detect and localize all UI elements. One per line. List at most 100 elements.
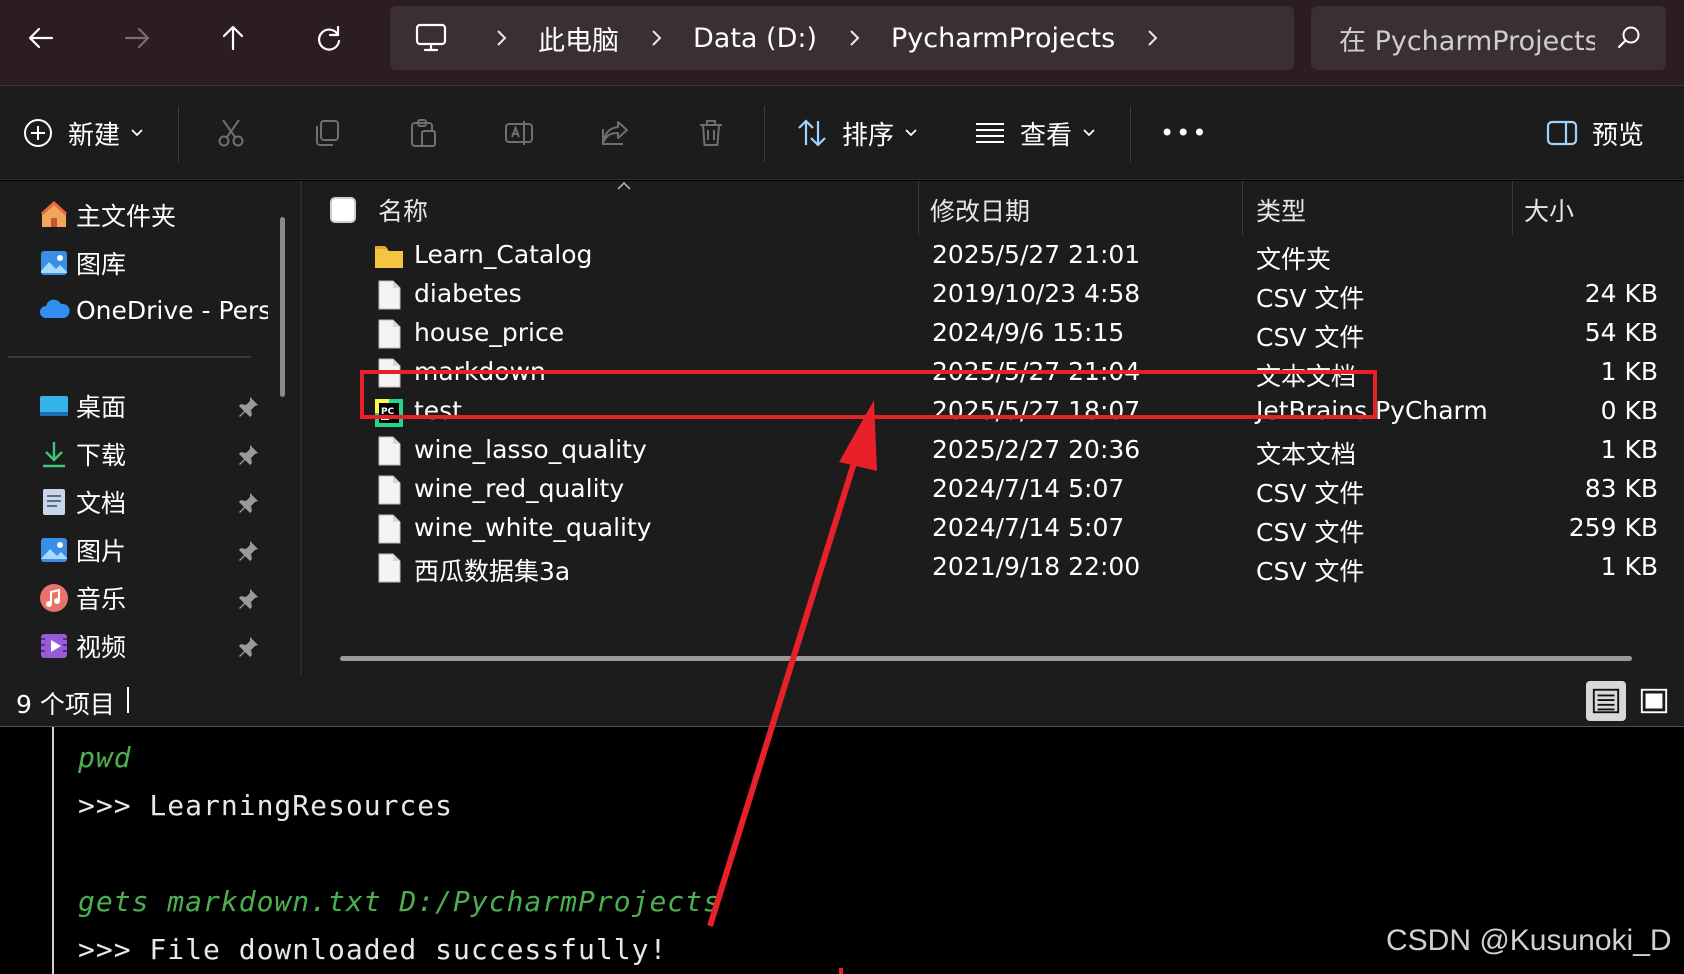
select-all-checkbox[interactable]: [330, 197, 356, 223]
horizontal-scrollbar[interactable]: [340, 656, 1632, 661]
preview-pane-icon: [1546, 120, 1578, 146]
file-name: test: [414, 396, 463, 425]
sort-button[interactable]: 排序: [796, 86, 918, 180]
preview-pane-button[interactable]: 预览: [1546, 86, 1644, 180]
forward-button[interactable]: [113, 14, 161, 62]
pin-icon[interactable]: [236, 635, 260, 659]
delete-button[interactable]: [695, 86, 727, 180]
terminal-command-line: gets markdown.txt D:/PycharmProjects: [78, 885, 721, 918]
file-type: CSV 文件: [1256, 557, 1365, 586]
sidebar-item-home[interactable]: 主文件夹: [38, 195, 268, 235]
file-row[interactable]: PC test 2025/5/27 18:07 JetBrains PyCharm 0 …: [302, 392, 1684, 434]
sidebar-item-pictures[interactable]: 图片: [38, 530, 268, 570]
file-row[interactable]: wine_red_quality 2024/7/14 5:07 CSV 文件 83 K…: [302, 470, 1684, 512]
pin-icon[interactable]: [236, 539, 260, 563]
pin-icon[interactable]: [236, 395, 260, 419]
file-date: 2025/2/27 20:36: [932, 435, 1141, 464]
address-bar[interactable]: 此电脑 Data (D:) PycharmProjects: [390, 6, 1294, 70]
cut-button[interactable]: [215, 86, 247, 180]
file-name: diabetes: [414, 279, 522, 308]
column-header-name[interactable]: 名称: [378, 181, 428, 239]
copy-button[interactable]: [311, 86, 343, 180]
file-size: 0 KB: [1600, 396, 1658, 425]
sidebar-item-documents[interactable]: 文档: [38, 482, 268, 522]
tiles-view-button[interactable]: [1634, 681, 1674, 721]
sidebar-item-music[interactable]: 音乐: [38, 578, 268, 618]
pin-icon[interactable]: [236, 443, 260, 467]
list-view-icon: [976, 123, 1004, 143]
file-row[interactable]: wine_lasso_quality 2025/2/27 20:36 文本文档 1 K…: [302, 431, 1684, 473]
file-size: 54 KB: [1584, 318, 1658, 347]
up-button[interactable]: [209, 14, 257, 62]
file-size: 24 KB: [1584, 279, 1658, 308]
chevron-right-icon[interactable]: [843, 27, 865, 49]
rename-button[interactable]: [503, 86, 535, 180]
chevron-right-icon[interactable]: [1141, 27, 1163, 49]
file-type: CSV 文件: [1256, 284, 1365, 313]
column-header-size[interactable]: 大小: [1524, 181, 1574, 239]
file-icon: [378, 358, 401, 388]
sidebar-item-desktop[interactable]: 桌面: [38, 386, 268, 426]
file-icon: [378, 319, 401, 349]
file-date: 2024/7/14 5:07: [932, 513, 1125, 542]
sort-ascending-icon: [617, 181, 631, 190]
breadcrumb-this-pc[interactable]: 此电脑: [538, 19, 619, 58]
search-input[interactable]: 在 PycharmProjects 中搜索: [1311, 6, 1666, 70]
search-icon[interactable]: [1616, 25, 1642, 51]
sidebar-item-downloads[interactable]: 下载: [38, 434, 268, 474]
onedrive-icon: [40, 299, 70, 318]
music-icon: [40, 584, 68, 612]
pin-icon[interactable]: [236, 491, 260, 515]
file-date: 2024/9/6 15:15: [932, 318, 1125, 347]
preview-label: 预览: [1592, 120, 1645, 151]
chevron-right-icon[interactable]: [645, 27, 667, 49]
arrow-up-icon: [222, 25, 244, 51]
breadcrumb-drive[interactable]: Data (D:): [693, 23, 817, 54]
file-name: wine_lasso_quality: [414, 435, 647, 464]
file-row[interactable]: 西瓜数据集3a 2021/9/18 22:00 CSV 文件 1 KB: [302, 548, 1684, 590]
file-type: JetBrains PyCharm: [1256, 396, 1488, 425]
new-button[interactable]: 新建: [22, 86, 144, 180]
arrow-right-icon: [124, 27, 150, 49]
column-header-type[interactable]: 类型: [1256, 181, 1306, 239]
column-header-date[interactable]: 修改日期: [930, 181, 1030, 239]
refresh-button[interactable]: [305, 14, 353, 62]
file-row[interactable]: wine_white_quality 2024/7/14 5:07 CSV 文件 25…: [302, 509, 1684, 551]
file-row[interactable]: diabetes 2019/10/23 4:58 CSV 文件 24 KB: [302, 275, 1684, 317]
tiles-view-icon: [1640, 688, 1668, 714]
file-type: CSV 文件: [1256, 518, 1365, 547]
sidebar-item-onedrive[interactable]: OneDrive - Personal: [38, 290, 268, 330]
terminal-output-line: >>> File downloaded successfully!: [78, 933, 668, 966]
download-icon: [43, 442, 65, 468]
sidebar-item-gallery[interactable]: 图库: [38, 243, 268, 283]
pycharm-icon: PC: [375, 399, 403, 427]
rename-icon: [505, 121, 533, 145]
column-divider[interactable]: [1242, 181, 1243, 235]
column-divider[interactable]: [1512, 181, 1513, 235]
file-name: house_price: [414, 318, 565, 347]
copy-icon: [316, 120, 339, 146]
svg-text:PC: PC: [381, 407, 395, 417]
file-type: 文件夹: [1256, 245, 1332, 274]
more-options-button[interactable]: •••: [1160, 86, 1208, 180]
view-button[interactable]: 查看: [974, 86, 1096, 180]
column-divider[interactable]: [918, 181, 919, 235]
chevron-right-icon: [497, 30, 507, 46]
refresh-icon: [318, 25, 341, 51]
sidebar-scrollbar[interactable]: [280, 217, 285, 397]
details-view-button[interactable]: [1586, 681, 1626, 721]
back-button[interactable]: [17, 14, 65, 62]
share-button[interactable]: [599, 86, 631, 180]
file-icon: [378, 553, 401, 583]
breadcrumb-pycharmprojects[interactable]: PycharmProjects: [891, 23, 1115, 54]
sidebar-divider: [8, 356, 251, 358]
sidebar-item-videos[interactable]: 视频: [38, 626, 268, 666]
file-list: 名称 修改日期 类型 大小 Learn_Catalog 2025/5/27 21:…: [302, 181, 1684, 675]
file-row[interactable]: Learn_Catalog 2025/5/27 21:01 文件夹: [302, 236, 1684, 278]
paste-button[interactable]: [407, 86, 439, 180]
pin-icon[interactable]: [236, 587, 260, 611]
file-date: 2021/9/18 22:00: [932, 552, 1141, 581]
file-type: 文本文档: [1256, 362, 1357, 391]
file-row[interactable]: house_price 2024/9/6 15:15 CSV 文件 54 KB: [302, 314, 1684, 356]
file-row[interactable]: markdown 2025/5/27 21:04 文本文档 1 KB: [302, 353, 1684, 395]
